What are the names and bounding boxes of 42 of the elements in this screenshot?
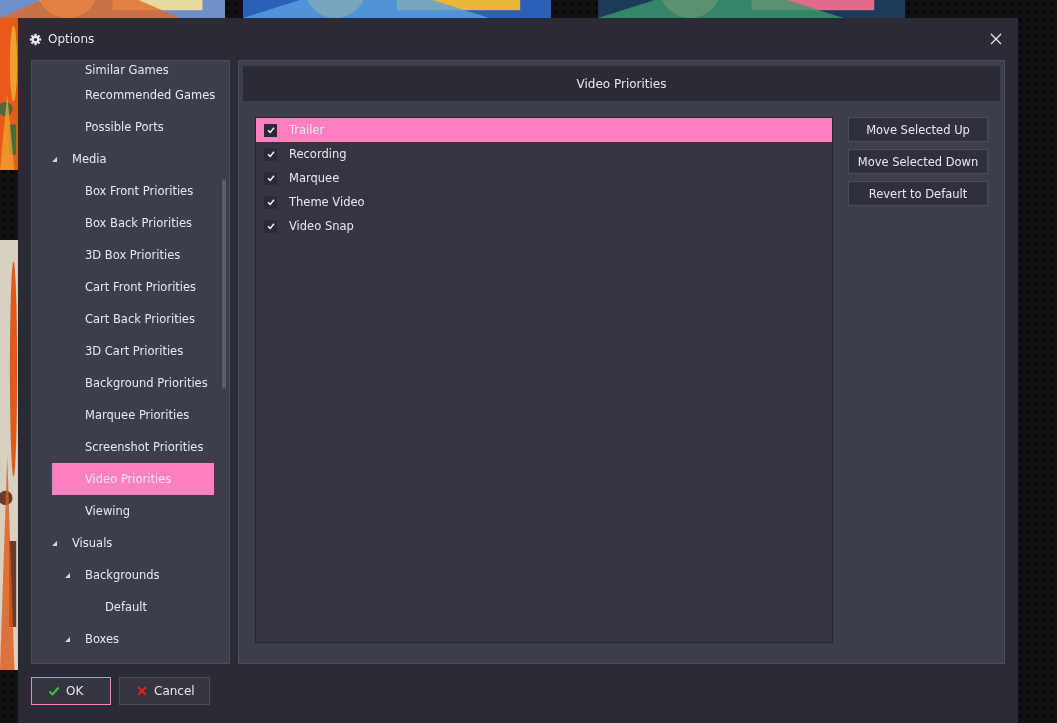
action-button[interactable]: Move Selected Down xyxy=(848,149,988,174)
tree-item[interactable]: Media xyxy=(52,143,214,175)
tree-item[interactable]: Viewing xyxy=(52,495,214,527)
list-item[interactable]: Recording xyxy=(256,142,832,166)
gear-icon xyxy=(29,32,42,46)
tree-item[interactable]: Marquee Priorities xyxy=(52,399,214,431)
tree-item[interactable]: Backgrounds xyxy=(52,559,214,591)
tree-item[interactable]: Cart Front Priorities xyxy=(52,271,214,303)
expand-arrow-icon[interactable] xyxy=(52,156,57,162)
tree-item[interactable]: 3D Box Priorities xyxy=(52,239,214,271)
expand-arrow-icon[interactable] xyxy=(65,572,70,578)
list-item[interactable]: Marquee xyxy=(256,166,832,190)
tree-item[interactable]: Background Priorities xyxy=(52,367,214,399)
list-item[interactable]: Theme Video xyxy=(256,190,832,214)
checkmark-icon xyxy=(48,685,60,697)
cancel-button[interactable]: Cancel xyxy=(119,677,210,705)
expand-arrow-icon[interactable] xyxy=(52,540,57,546)
tree-item[interactable]: Cart Back Priorities xyxy=(52,303,214,335)
tree-item[interactable]: 3D Cart Priorities xyxy=(52,335,214,367)
checkbox[interactable] xyxy=(264,123,277,137)
action-button[interactable]: Move Selected Up xyxy=(848,117,988,142)
tree-item[interactable]: Recommended Games xyxy=(52,79,214,111)
checkbox[interactable] xyxy=(264,147,277,161)
expand-arrow-icon[interactable] xyxy=(65,636,70,642)
tree-item[interactable]: Box Back Priorities xyxy=(52,207,214,239)
close-icon[interactable] xyxy=(990,33,1002,45)
tree-item[interactable]: Boxes xyxy=(52,623,214,655)
panel-title: Video Priorities xyxy=(576,76,667,91)
checkbox[interactable] xyxy=(264,195,277,209)
tree-item[interactable]: Possible Ports xyxy=(52,111,214,143)
cross-icon xyxy=(136,685,148,697)
tree-item[interactable]: Default xyxy=(52,591,214,623)
checkbox[interactable] xyxy=(264,219,277,233)
ok-button[interactable]: OK xyxy=(31,677,111,705)
tree-item[interactable]: Visuals xyxy=(52,527,214,559)
list-item[interactable]: Video Snap xyxy=(256,214,832,238)
action-button[interactable]: Revert to Default xyxy=(848,181,988,206)
tree-item[interactable]: Similar Games xyxy=(52,61,214,79)
tree-item[interactable]: Screenshot Priorities xyxy=(52,431,214,463)
window-title: Options xyxy=(48,32,95,46)
tree-item[interactable]: Box Front Priorities xyxy=(52,175,214,207)
checkbox[interactable] xyxy=(264,171,277,185)
